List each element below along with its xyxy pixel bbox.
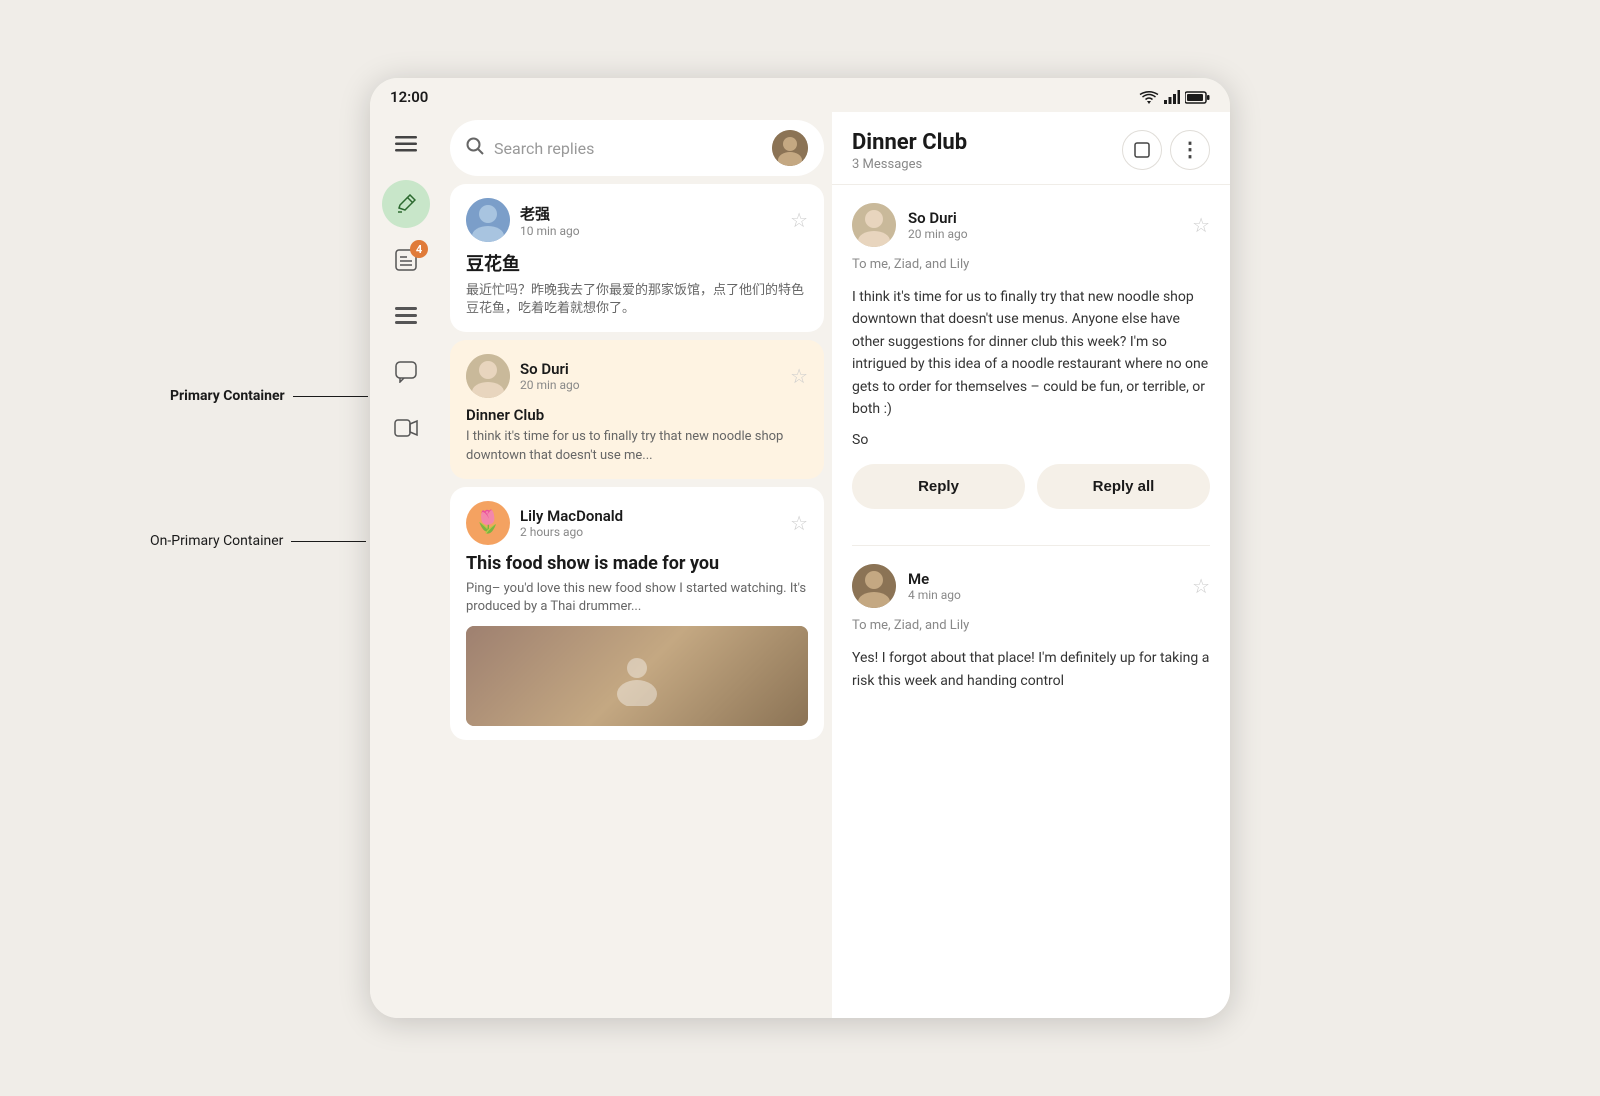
sender-time: 10 min ago — [520, 224, 580, 238]
email-preview-3: Ping– you'd love this new food show I st… — [466, 580, 808, 616]
sidebar-item-chat[interactable] — [382, 348, 430, 396]
phone-frame: 12:00 — [370, 78, 1230, 1018]
message-sign-1: So — [852, 432, 1210, 448]
email-card-soduri[interactable]: So Duri 20 min ago ☆ Dinner Club I think… — [450, 340, 824, 478]
avatar-soduri — [466, 354, 510, 398]
email-preview-2: I think it's time for us to finally try … — [466, 428, 808, 464]
sidebar: 4 — [370, 112, 442, 1018]
detail-title-area: Dinner Club 3 Messages — [852, 130, 967, 172]
message-time-1: 20 min ago — [908, 227, 968, 241]
sender-details-2: So Duri 20 min ago — [520, 360, 580, 392]
detail-title: Dinner Club — [852, 130, 967, 155]
sidebar-item-notifications[interactable]: 4 — [382, 236, 430, 284]
message-to-1: To me, Ziad, and Lily — [852, 257, 1210, 272]
square-button[interactable] — [1122, 130, 1162, 170]
message-header-2: Me 4 min ago ☆ — [852, 564, 1210, 608]
message-sender-details-1: So Duri 20 min ago — [908, 209, 968, 241]
detail-messages: So Duri 20 min ago ☆ To me, Ziad, and Li… — [832, 185, 1230, 1018]
email-card-header: 老强 10 min ago ☆ — [466, 198, 808, 242]
reply-actions: Reply Reply all — [852, 448, 1210, 527]
message-item-soduri: So Duri 20 min ago ☆ To me, Ziad, and Li… — [852, 185, 1210, 546]
notification-badge: 4 — [410, 240, 428, 258]
sender-name-2: So Duri — [520, 360, 580, 378]
sender-time-3: 2 hours ago — [520, 525, 623, 539]
search-placeholder: Search replies — [494, 139, 762, 158]
reply-all-button[interactable]: Reply all — [1037, 464, 1210, 509]
star-icon-3[interactable]: ☆ — [790, 511, 808, 535]
sender-details-3: Lily MacDonald 2 hours ago — [520, 507, 623, 539]
sender-details: 老强 10 min ago — [520, 203, 580, 238]
star-icon[interactable]: ☆ — [790, 208, 808, 232]
email-card-header-2: So Duri 20 min ago ☆ — [466, 354, 808, 398]
search-bar[interactable]: Search replies — [450, 120, 824, 176]
status-icons — [1139, 90, 1210, 105]
email-list: Search replies — [442, 112, 832, 1018]
email-subject: 豆花鱼 — [466, 250, 808, 276]
avatar-soduri-detail — [852, 203, 896, 247]
detail-subtitle: 3 Messages — [852, 157, 967, 172]
more-icon: ⋮ — [1180, 140, 1200, 160]
email-subject-2: Dinner Club — [466, 406, 808, 424]
sender-info-3: 🌷 Lily MacDonald 2 hours ago — [466, 501, 623, 545]
sidebar-item-compose[interactable] — [382, 180, 430, 228]
avatar-me-detail — [852, 564, 896, 608]
star-icon-detail-1[interactable]: ☆ — [1192, 213, 1210, 237]
message-sender-name-2: Me — [908, 570, 961, 588]
detail-header: Dinner Club 3 Messages ⋮ — [832, 112, 1230, 185]
message-to-2: To me, Ziad, and Lily — [852, 618, 1210, 633]
search-icon — [466, 137, 484, 160]
wifi-icon — [1139, 90, 1159, 105]
email-card-lily[interactable]: 🌷 Lily MacDonald 2 hours ago ☆ This food… — [450, 487, 824, 740]
battery-icon — [1185, 91, 1210, 104]
status-time: 12:00 — [390, 88, 428, 106]
sidebar-item-list[interactable] — [382, 292, 430, 340]
email-detail-panel: Dinner Club 3 Messages ⋮ — [832, 112, 1230, 1018]
avatar-laozhen — [466, 198, 510, 242]
avatar-lily: 🌷 — [466, 501, 510, 545]
message-time-2: 4 min ago — [908, 588, 961, 602]
email-preview: 最近忙吗？昨晚我去了你最爱的那家饭馆，点了他们的特色豆花鱼，吃着吃着就想你了。 — [466, 282, 808, 318]
app-content: 4 — [370, 112, 1230, 1018]
message-sender-name-1: So Duri — [908, 209, 968, 227]
label-on-primary-container: On-Primary Container — [150, 533, 283, 549]
email-card-header-3: 🌷 Lily MacDonald 2 hours ago ☆ — [466, 501, 808, 545]
status-bar: 12:00 — [370, 78, 1230, 112]
detail-header-actions: ⋮ — [1122, 130, 1210, 170]
signal-icon — [1164, 90, 1180, 104]
sender-info: 老强 10 min ago — [466, 198, 580, 242]
message-sender-info-2: Me 4 min ago — [852, 564, 961, 608]
sidebar-item-menu[interactable] — [382, 120, 430, 168]
star-icon-detail-2[interactable]: ☆ — [1192, 574, 1210, 598]
reply-button[interactable]: Reply — [852, 464, 1025, 509]
sender-info-2: So Duri 20 min ago — [466, 354, 580, 398]
message-sender-info-1: So Duri 20 min ago — [852, 203, 968, 247]
sender-name-3: Lily MacDonald — [520, 507, 623, 525]
page-wrapper: Primary Container On-Primary Container 1… — [370, 78, 1230, 1018]
email-subject-3: This food show is made for you — [466, 553, 808, 574]
sender-name: 老强 — [520, 203, 580, 224]
more-options-button[interactable]: ⋮ — [1170, 130, 1210, 170]
user-avatar[interactable] — [772, 130, 808, 166]
sender-time-2: 20 min ago — [520, 378, 580, 392]
label-primary-container: Primary Container — [170, 388, 285, 404]
message-item-me: Me 4 min ago ☆ To me, Ziad, and Lily Yes… — [852, 546, 1210, 692]
email-image-preview — [466, 626, 808, 726]
message-body-1: I think it's time for us to finally try … — [852, 286, 1210, 420]
sidebar-item-video[interactable] — [382, 404, 430, 452]
message-header-1: So Duri 20 min ago ☆ — [852, 203, 1210, 247]
message-body-2: Yes! I forgot about that place! I'm defi… — [852, 647, 1210, 692]
email-card-laozhen[interactable]: 老强 10 min ago ☆ 豆花鱼 最近忙吗？昨晚我去了你最爱的那家饭馆，点… — [450, 184, 824, 332]
star-icon-2[interactable]: ☆ — [790, 364, 808, 388]
message-sender-details-2: Me 4 min ago — [908, 570, 961, 602]
